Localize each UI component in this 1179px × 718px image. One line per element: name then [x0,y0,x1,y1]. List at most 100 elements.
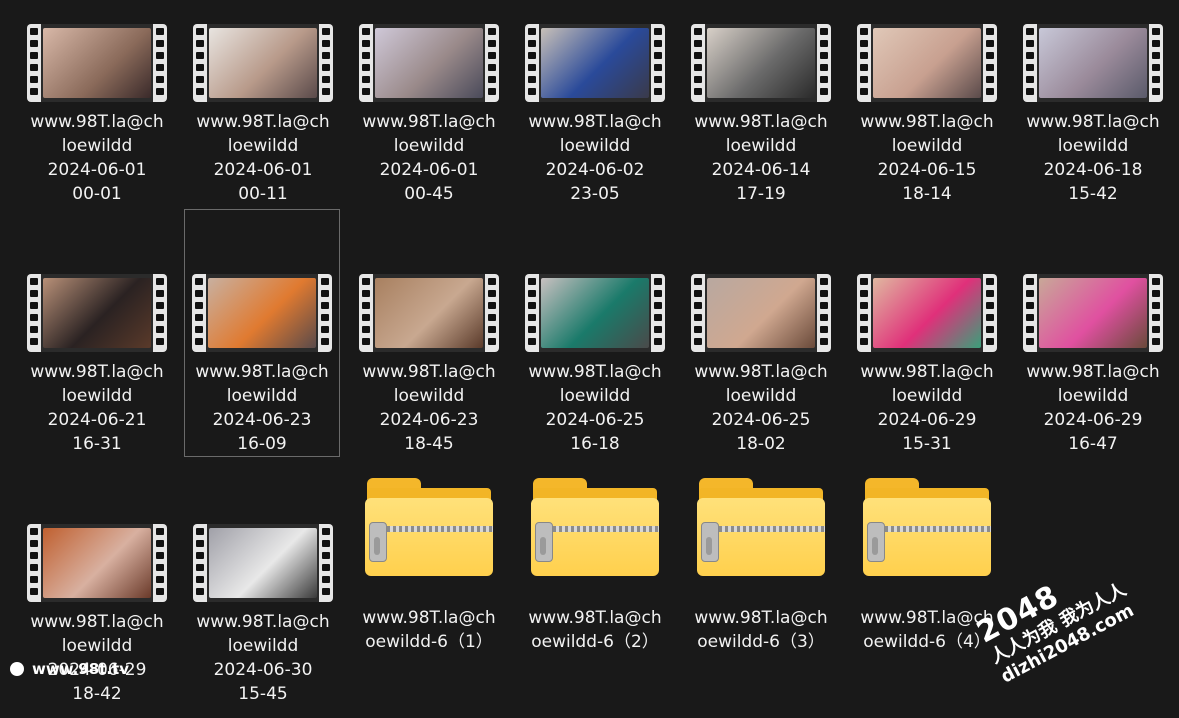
video-frame [43,528,151,598]
film-strip-left [27,524,41,602]
film-strip-right [153,524,167,602]
file-name: www.98T.la@ch loewildd 2024-06-25 18-02 [694,362,828,454]
zip-folder-icon [697,478,825,578]
file-name: www.98T.la@ch loewildd 2024-06-29 15-31 [860,362,994,454]
file-item-video[interactable]: www.98T.la@ch loewildd 2024-06-30 15-45 [185,510,341,706]
file-item-video[interactable]: www.98T.la@ch loewildd 2024-06-02 23-05 [517,10,673,206]
film-strip-left [525,24,539,102]
file-name: www.98T.la@ch oewildd-6（3） [694,608,828,652]
film-strip-right [1149,24,1163,102]
video-thumbnail [27,24,167,102]
file-item-zip-folder[interactable]: www.98T.la@ch oewildd-6（1） [351,478,507,654]
video-frame [1039,278,1147,348]
video-frame [209,528,317,598]
file-name: www.98T.la@ch loewildd 2024-06-15 18-14 [860,112,994,204]
film-strip-left [525,274,539,352]
film-strip-right [1149,274,1163,352]
file-item-video[interactable]: www.98T.la@ch loewildd 2024-06-25 16-18 [517,260,673,456]
file-name: www.98T.la@ch loewildd 2024-06-14 17-19 [694,112,828,204]
file-item-video[interactable]: www.98T.la@ch loewildd 2024-06-25 18-02 [683,260,839,456]
file-name: www.98T.la@ch loewildd 2024-06-29 18-42 [30,612,164,704]
film-strip-right [983,274,997,352]
watermark-left-text: www.98t.tv [32,660,130,678]
file-name: www.98T.la@ch oewildd-6（2） [528,608,662,652]
video-thumbnail [1023,24,1163,102]
file-name: www.98T.la@ch loewildd 2024-06-21 16-31 [30,362,164,454]
film-strip-right [318,274,332,352]
film-strip-left [27,274,41,352]
site-logo-icon [10,662,24,676]
video-thumbnail [27,524,167,602]
video-frame [541,28,649,98]
film-strip-right [153,274,167,352]
film-strip-right [817,24,831,102]
video-thumbnail [525,24,665,102]
video-thumbnail [359,24,499,102]
video-thumbnail [27,274,167,352]
film-strip-right [651,24,665,102]
video-frame [873,28,981,98]
film-strip-right [153,24,167,102]
zip-folder-icon [863,478,991,578]
film-strip-left [691,24,705,102]
file-item-video[interactable]: www.98T.la@ch loewildd 2024-06-01 00-01 [19,10,175,206]
video-frame [541,278,649,348]
file-item-video[interactable]: www.98T.la@ch loewildd 2024-06-23 18-45 [351,260,507,456]
video-thumbnail [193,524,333,602]
file-grid: www.98T.la@ch loewildd 2024-06-01 00-01 www… [0,0,1179,707]
file-item-video[interactable]: www.98T.la@ch loewildd 2024-06-29 16-47 [1015,260,1171,456]
file-item-zip-folder[interactable]: www.98T.la@ch oewildd-6（3） [683,478,839,654]
file-name: www.98T.la@ch loewildd 2024-06-01 00-11 [196,112,330,204]
video-thumbnail [525,274,665,352]
video-thumbnail [857,274,997,352]
film-strip-right [319,524,333,602]
file-name: www.98T.la@ch loewildd 2024-06-29 16-47 [1026,362,1160,454]
video-thumbnail [691,24,831,102]
video-frame [375,278,483,348]
file-item-video[interactable]: www.98T.la@ch loewildd 2024-06-01 00-45 [351,10,507,206]
file-item-zip-folder[interactable]: www.98T.la@ch oewildd-6（2） [517,478,673,654]
film-strip-left [193,24,207,102]
file-item-video[interactable]: www.98T.la@ch loewildd 2024-06-14 17-19 [683,10,839,206]
video-thumbnail [1023,274,1163,352]
file-name: www.98T.la@ch loewildd 2024-06-25 16-18 [528,362,662,454]
video-frame [873,278,981,348]
film-strip-left [193,524,207,602]
film-strip-right [485,274,499,352]
video-thumbnail [691,274,831,352]
film-strip-right [983,24,997,102]
film-strip-right [817,274,831,352]
zip-folder-icon [531,478,659,578]
zip-folder-icon [365,478,493,578]
file-name: www.98T.la@ch oewildd-6（1） [362,608,496,652]
video-thumbnail [192,274,332,352]
file-name: www.98T.la@ch loewildd 2024-06-01 00-45 [362,112,496,204]
file-item-video-selected[interactable]: www.98T.la@ch loewildd 2024-06-23 16-09 [184,209,340,457]
film-strip-left [857,24,871,102]
film-strip-left [691,274,705,352]
film-strip-left [27,24,41,102]
video-frame [707,28,815,98]
video-frame [208,278,316,348]
file-item-video[interactable]: www.98T.la@ch loewildd 2024-06-29 15-31 [849,260,1005,456]
film-strip-right [319,24,333,102]
film-strip-left [1023,274,1037,352]
file-item-video[interactable]: www.98T.la@ch loewildd 2024-06-21 16-31 [19,260,175,456]
file-item-video[interactable]: www.98T.la@ch loewildd 2024-06-18 15-42 [1015,10,1171,206]
video-frame [707,278,815,348]
file-name: www.98T.la@ch loewildd 2024-06-23 16-09 [195,362,329,454]
file-name: www.98T.la@ch loewildd 2024-06-18 15-42 [1026,112,1160,204]
video-frame [209,28,317,98]
film-strip-left [359,24,373,102]
file-item-video[interactable]: www.98T.la@ch loewildd 2024-06-15 18-14 [849,10,1005,206]
film-strip-left [359,274,373,352]
video-thumbnail [359,274,499,352]
film-strip-right [651,274,665,352]
file-name: www.98T.la@ch loewildd 2024-06-23 18-45 [362,362,496,454]
video-frame [375,28,483,98]
file-item-video[interactable]: www.98T.la@ch loewildd 2024-06-01 00-11 [185,10,341,206]
file-name: www.98T.la@ch loewildd 2024-06-30 15-45 [196,612,330,704]
file-name: www.98T.la@ch loewildd 2024-06-02 23-05 [528,112,662,204]
watermark-left: www.98t.tv [10,660,129,678]
file-name: www.98T.la@ch loewildd 2024-06-01 00-01 [30,112,164,204]
